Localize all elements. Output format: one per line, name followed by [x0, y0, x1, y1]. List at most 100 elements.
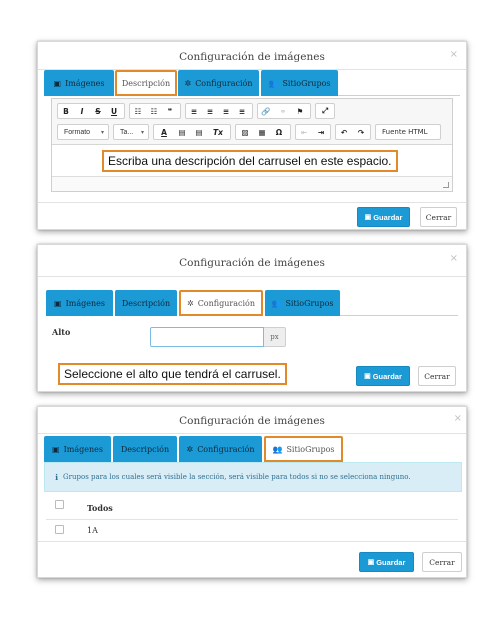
indent-icon[interactable]: ⇥ [314, 125, 328, 139]
maximize-icon[interactable]: ⤢ [318, 104, 332, 118]
tab-imagenes[interactable]: ▣ Imágenes [46, 290, 113, 316]
save-button[interactable]: ▣ Guardar [359, 552, 414, 572]
alert-text: Grupos para los cuales será visible la s… [63, 473, 411, 481]
tab-imagenes[interactable]: ▣ Imágenes [44, 70, 114, 96]
tab-underline [340, 315, 458, 316]
editor-statusbar [52, 176, 452, 191]
floppy-icon: ▣ [364, 373, 371, 380]
dialog-sitiogrupos: Configuración de imágenes × ▣ Imágenes D… [37, 406, 467, 578]
dialog-configuracion: Configuración de imágenes × ▣ Imágenes D… [37, 244, 467, 392]
image-icon: ▣ [52, 444, 60, 454]
tab-label: SitioGrupos [285, 298, 334, 308]
gear-icon: ✲ [186, 298, 194, 308]
undo-icon[interactable]: ↶ [337, 125, 351, 139]
select-all-checkbox[interactable] [55, 500, 64, 509]
gear-icon: ✲ [184, 78, 192, 88]
save-label: Guardar [373, 212, 403, 222]
gear-icon: ✲ [186, 444, 194, 454]
divider [38, 202, 466, 203]
numbered-list-icon[interactable]: ☷ [147, 104, 161, 118]
dialog-title: Configuración de imágenes [179, 51, 325, 63]
header-todos: Todos [87, 503, 113, 513]
bold-button[interactable]: B [59, 104, 73, 118]
close-icon[interactable]: × [450, 49, 458, 60]
tab-sitiogrupos[interactable]: 👥 SitioGrupos [261, 70, 338, 96]
row-checkbox[interactable] [55, 525, 64, 534]
divider [38, 541, 466, 542]
cancel-button[interactable]: Cerrar [420, 207, 457, 227]
italic-button[interactable]: I [75, 104, 89, 118]
tab-label: Descripción [121, 78, 171, 88]
tab-label: Imágenes [65, 78, 105, 88]
save-button[interactable]: ▣ Guardar [356, 366, 410, 386]
text-color-icon[interactable]: A [156, 125, 172, 139]
tab-sitiogrupos[interactable]: 👥 SitioGrupos [264, 436, 343, 462]
users-icon: 👥 [268, 78, 279, 88]
justify-icon[interactable]: ≡ [235, 104, 249, 118]
save-label: Guardar [376, 557, 406, 567]
special-char-icon[interactable]: Ω [272, 125, 286, 139]
users-icon: 👥 [272, 444, 283, 454]
editor-toolbar: B I S U ☷ ☷ ❞ ≡ ≡ ≡ ≡ 🔗 ⚭ ⚑ ⤢ Formato ▾ [52, 99, 452, 145]
clear-format-icon[interactable]: Tx [209, 125, 227, 139]
bullet-list-icon[interactable]: ☷ [131, 104, 145, 118]
tab-label: Configuración [195, 78, 253, 88]
underline-button[interactable]: U [107, 104, 121, 118]
tab-descripcion[interactable]: Descripción [115, 70, 177, 96]
quote-icon[interactable]: ❞ [163, 104, 177, 118]
rich-text-editor[interactable]: B I S U ☷ ☷ ❞ ≡ ≡ ≡ ≡ 🔗 ⚭ ⚑ ⤢ Formato ▾ [51, 98, 453, 192]
paste-text-icon[interactable]: ▤ [192, 125, 206, 139]
dialog-descripcion: Configuración de imágenes × ▣ Imágenes D… [37, 41, 467, 230]
description-hint-callout: Escriba una descripción del carrusel en … [102, 150, 398, 172]
strike-button[interactable]: S [91, 104, 105, 118]
close-icon[interactable]: × [454, 413, 462, 424]
align-right-icon[interactable]: ≡ [219, 104, 233, 118]
divider [46, 519, 458, 520]
close-icon[interactable]: × [450, 253, 458, 264]
tab-configuracion[interactable]: ✲ Configuración [178, 70, 259, 96]
tab-label: SitioGrupos [282, 78, 331, 88]
tab-configuracion[interactable]: ✲ Configuración [179, 436, 262, 462]
tab-descripcion[interactable]: Descripción [115, 290, 177, 316]
image-icon[interactable]: ▨ [238, 125, 252, 139]
divider [38, 433, 466, 434]
dialog-title: Configuración de imágenes [179, 415, 325, 427]
tab-label: Configuración [197, 298, 255, 308]
format-select-label: Formato [64, 128, 91, 136]
redo-icon[interactable]: ↷ [354, 125, 368, 139]
alto-input[interactable] [150, 327, 264, 347]
tab-label: Configuración [197, 444, 255, 454]
image-icon: ▣ [54, 298, 62, 308]
link-icon[interactable]: 🔗 [259, 104, 273, 118]
size-select[interactable]: Ta... ▾ [113, 124, 149, 140]
save-button[interactable]: ▣ Guardar [357, 207, 410, 227]
source-html-button[interactable]: Fuente HTML [375, 124, 441, 140]
dialog-title: Configuración de imágenes [179, 257, 325, 269]
tab-configuracion[interactable]: ✲ Configuración [179, 290, 263, 316]
tab-label: SitioGrupos [286, 444, 335, 454]
format-select[interactable]: Formato ▾ [57, 124, 109, 140]
align-left-icon[interactable]: ≡ [187, 104, 201, 118]
resize-handle-icon[interactable] [443, 182, 449, 188]
cancel-button[interactable]: Cerrar [422, 552, 462, 572]
info-icon: ℹ [55, 472, 59, 482]
tab-sitiogrupos[interactable]: 👥 SitioGrupos [265, 290, 340, 316]
anchor-flag-icon[interactable]: ⚑ [293, 104, 307, 118]
chevron-down-icon: ▾ [100, 129, 104, 136]
paste-icon[interactable]: ▤ [175, 125, 189, 139]
tab-label: Descripción [120, 444, 170, 454]
tab-label: Imágenes [63, 444, 103, 454]
tab-label: Descripción [121, 298, 171, 308]
table-icon[interactable]: ▦ [255, 125, 269, 139]
divider [38, 276, 466, 277]
image-icon: ▣ [53, 78, 62, 88]
tab-imagenes[interactable]: ▣ Imágenes [44, 436, 111, 462]
unlink-icon[interactable]: ⚭ [276, 104, 290, 118]
cancel-button[interactable]: Cerrar [418, 366, 456, 386]
align-center-icon[interactable]: ≡ [203, 104, 217, 118]
alto-label: Alto [52, 327, 71, 337]
outdent-icon[interactable]: ⇤ [297, 125, 311, 139]
floppy-icon: ▣ [367, 559, 375, 566]
tab-descripcion[interactable]: Descripción [113, 436, 177, 462]
floppy-icon: ▣ [364, 214, 372, 221]
